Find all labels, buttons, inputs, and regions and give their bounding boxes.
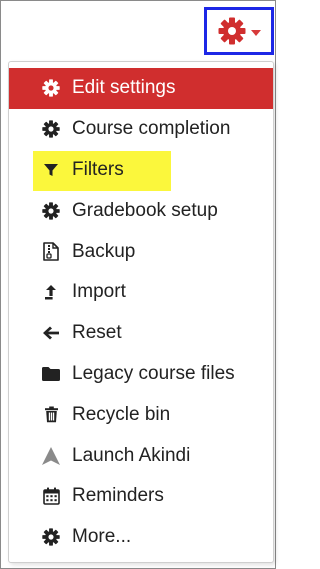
menu-item-import[interactable]: Import xyxy=(9,272,273,313)
menu-item-label: Course completion xyxy=(72,118,231,140)
menu-item-course-completion[interactable]: Course completion xyxy=(9,109,273,150)
menu-item-label: Edit settings xyxy=(72,77,176,99)
caret-down-icon xyxy=(250,30,261,36)
arrow-left-icon xyxy=(40,323,62,343)
menu-item-backup[interactable]: Backup xyxy=(9,231,273,272)
file-archive-icon xyxy=(40,242,62,262)
gear-icon xyxy=(40,201,62,221)
menu-item-reset[interactable]: Reset xyxy=(9,313,273,354)
import-arrow-icon xyxy=(40,282,62,302)
gear-icon xyxy=(40,119,62,139)
gear-icon xyxy=(40,78,62,98)
folder-icon xyxy=(40,364,62,384)
menu-item-label: More... xyxy=(72,526,132,548)
menu-item-more[interactable]: More... xyxy=(9,517,273,558)
page-frame: Edit settings Course completion Filters … xyxy=(0,0,276,569)
menu-item-label: Backup xyxy=(72,240,136,262)
gear-icon xyxy=(218,17,246,45)
actions-dropdown-menu: Edit settings Course completion Filters … xyxy=(8,61,274,563)
menu-item-edit-settings[interactable]: Edit settings xyxy=(9,68,273,109)
trash-icon xyxy=(40,405,62,425)
menu-item-legacy-course-files[interactable]: Legacy course files xyxy=(9,354,273,395)
actions-menu-toggle[interactable] xyxy=(204,7,274,55)
menu-item-label: Gradebook setup xyxy=(72,199,218,221)
filter-icon xyxy=(40,160,62,180)
menu-item-label: Legacy course files xyxy=(72,362,235,384)
akindi-logo-icon xyxy=(40,446,62,466)
gear-icon xyxy=(40,527,62,547)
menu-item-filters[interactable]: Filters xyxy=(9,150,273,191)
menu-item-label: Launch Akindi xyxy=(72,444,191,466)
menu-item-reminders[interactable]: Reminders xyxy=(9,476,273,517)
calendar-icon xyxy=(40,486,62,506)
menu-item-label: Reminders xyxy=(72,485,164,507)
menu-item-label: Reset xyxy=(72,322,122,344)
menu-item-recycle-bin[interactable]: Recycle bin xyxy=(9,394,273,435)
menu-item-launch-akindi[interactable]: Launch Akindi xyxy=(9,435,273,476)
menu-item-gradebook-setup[interactable]: Gradebook setup xyxy=(9,190,273,231)
menu-item-label: Recycle bin xyxy=(72,403,171,425)
menu-item-label: Filters xyxy=(72,158,124,180)
menu-item-label: Import xyxy=(72,281,126,303)
